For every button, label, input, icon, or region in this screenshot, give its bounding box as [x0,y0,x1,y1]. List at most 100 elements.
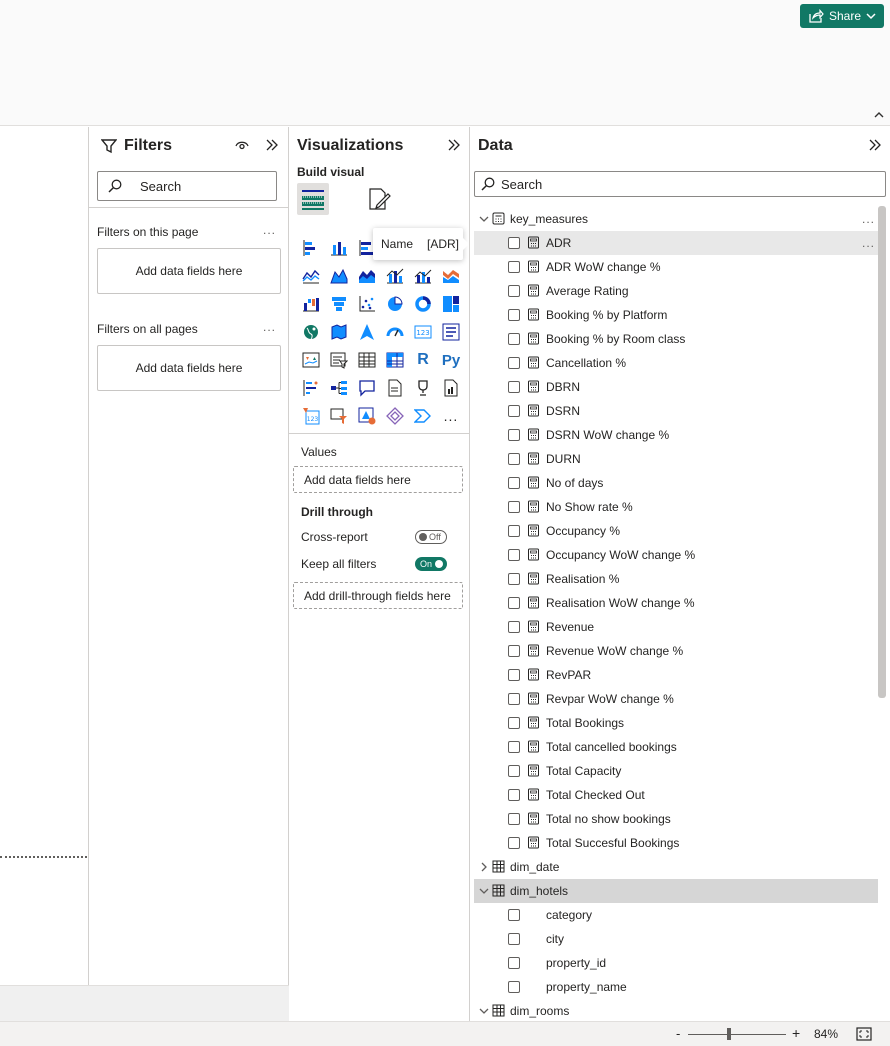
field-checkbox[interactable] [508,933,520,945]
field-checkbox[interactable] [508,405,520,417]
field-checkbox[interactable] [508,813,520,825]
filled-map-icon[interactable] [325,318,353,346]
field-row[interactable]: DBRN [474,375,878,399]
field-checkbox[interactable] [508,429,520,441]
field-row[interactable]: Revenue [474,615,878,639]
chevron-down-icon[interactable] [478,1005,490,1017]
funnel-chart-icon[interactable] [325,290,353,318]
collapse-filters-icon[interactable] [265,138,279,152]
card-icon[interactable]: 123 [409,318,437,346]
field-row[interactable]: Occupancy % [474,519,878,543]
field-row[interactable]: RevPAR [474,663,878,687]
qna-icon[interactable] [353,374,381,402]
chevron-down-icon[interactable] [478,885,490,897]
field-checkbox[interactable] [508,741,520,753]
field-checkbox[interactable] [508,525,520,537]
field-row[interactable]: Booking % by Room class [474,327,878,351]
field-row[interactable]: No of days [474,471,878,495]
power-automate-icon[interactable] [325,402,353,430]
stacked-bar-chart-icon[interactable] [297,234,325,262]
drill-through-drop-well[interactable]: Add drill-through fields here [293,582,463,609]
slicer-icon[interactable] [325,346,353,374]
values-drop-well[interactable]: Add data fields here [293,466,463,493]
field-checkbox[interactable] [508,837,520,849]
stacked-area-chart-icon[interactable] [353,262,381,290]
matrix-icon[interactable] [381,346,409,374]
report-canvas[interactable] [0,127,88,985]
field-checkbox[interactable] [508,549,520,561]
line-clustered-column-icon[interactable] [381,262,409,290]
keep-filters-toggle[interactable]: On [415,557,447,571]
field-row[interactable]: No Show rate % [474,495,878,519]
format-visual-icon[interactable] [363,183,395,215]
more-visuals-icon[interactable]: ... [437,402,465,430]
table-row-key-measures[interactable]: key_measures... [474,207,878,231]
field-checkbox[interactable] [508,381,520,393]
more-options-icon[interactable]: ... [862,236,875,250]
field-row[interactable]: category [474,903,878,927]
collapse-data-icon[interactable] [868,138,882,152]
diamond-visual-icon[interactable] [381,402,409,430]
cross-report-toggle[interactable]: Off [415,530,447,544]
metrics-icon[interactable] [409,374,437,402]
ribbon-chart-icon[interactable] [437,262,465,290]
field-row[interactable]: Total Checked Out [474,783,878,807]
field-row[interactable]: Total Bookings [474,711,878,735]
field-row[interactable]: Revenue WoW change % [474,639,878,663]
field-row[interactable]: Total no show bookings [474,807,878,831]
paginated-report-icon[interactable] [437,374,465,402]
kpi-icon[interactable] [297,346,325,374]
line-stacked-column-icon[interactable] [409,262,437,290]
r-visual-icon[interactable]: R [409,346,437,374]
gauge-icon[interactable] [381,318,409,346]
chevron-visual-icon[interactable] [409,402,437,430]
decomposition-tree-icon[interactable] [325,374,353,402]
azure-map-icon[interactable] [353,318,381,346]
field-row[interactable]: property_name [474,975,878,999]
field-checkbox[interactable] [508,309,520,321]
build-visual-icon[interactable] [297,183,329,215]
table-row-dim-hotels[interactable]: dim_hotels [474,879,878,903]
field-checkbox[interactable] [508,693,520,705]
field-checkbox[interactable] [508,285,520,297]
field-checkbox[interactable] [508,261,520,273]
pie-chart-icon[interactable] [381,290,409,318]
table-icon[interactable] [353,346,381,374]
chevron-right-icon[interactable] [478,861,490,873]
field-checkbox[interactable] [508,981,520,993]
field-row[interactable]: DSRN [474,399,878,423]
donut-chart-icon[interactable] [409,290,437,318]
field-checkbox[interactable] [508,765,520,777]
zoom-in-button[interactable]: + [792,1025,800,1041]
area-chart-icon[interactable] [325,262,353,290]
field-checkbox[interactable] [508,669,520,681]
data-scrollbar[interactable] [878,206,886,698]
line-chart-icon[interactable] [297,262,325,290]
filters-search-input[interactable]: Search [97,171,277,201]
filters-on-page-drop[interactable]: Add data fields here [97,248,281,294]
more-options-icon[interactable]: ... [862,212,875,226]
zoom-slider-thumb[interactable] [727,1028,732,1040]
field-checkbox[interactable] [508,717,520,729]
scatter-chart-icon[interactable] [353,290,381,318]
field-checkbox[interactable] [508,237,520,249]
fit-to-page-icon[interactable] [856,1027,872,1041]
field-row[interactable]: Realisation WoW change % [474,591,878,615]
waterfall-chart-icon[interactable] [297,290,325,318]
data-search-input[interactable]: Search [474,171,886,197]
field-checkbox[interactable] [508,357,520,369]
collapse-ribbon-icon[interactable] [874,110,884,122]
field-checkbox[interactable] [508,477,520,489]
zoom-out-button[interactable]: - [676,1026,680,1041]
zoom-percent[interactable]: 84% [814,1027,838,1041]
field-checkbox[interactable] [508,501,520,513]
python-visual-icon[interactable]: Py [437,346,465,374]
filters-all-pages-drop[interactable]: Add data fields here [97,345,281,391]
field-row[interactable]: Total cancelled bookings [474,735,878,759]
stacked-column-chart-icon[interactable] [325,234,353,262]
zoom-slider-track[interactable] [688,1034,786,1035]
treemap-icon[interactable] [437,290,465,318]
smart-narrative-icon[interactable] [381,374,409,402]
share-button[interactable]: Share [800,4,884,28]
table-row-dim-rooms[interactable]: dim_rooms [474,999,878,1023]
